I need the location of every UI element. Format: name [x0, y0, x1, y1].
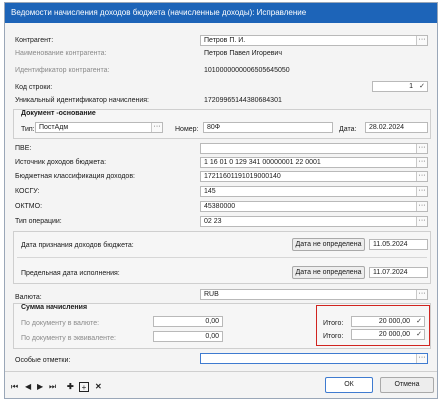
- line-code-spin-icon[interactable]: ✓: [419, 82, 425, 91]
- due-date-label: Предельная дата исполнения:: [21, 270, 120, 277]
- base-doc-number-label: Номер:: [175, 126, 199, 133]
- base-doc-date-field[interactable]: 28.02.2024: [365, 122, 428, 133]
- oktmo-select-button[interactable]: ···: [416, 202, 427, 211]
- kosgu-label: КОСГУ:: [15, 188, 40, 195]
- total1-field[interactable]: 20 000,00 ✓: [351, 316, 425, 327]
- first-icon[interactable]: ⏮: [11, 382, 18, 392]
- line-code-value: 1: [409, 83, 413, 90]
- accrual-uid-label: Уникальный идентификатор начисления:: [15, 97, 150, 104]
- by-doc-equiv-label: По документу в эквиваленте:: [21, 335, 116, 342]
- counterparty-name-field: Петров Павел Игоревич: [200, 48, 428, 59]
- total1-value: 20 000,00: [378, 318, 410, 325]
- budget-class-label: Бюджетная классификация доходов:: [15, 173, 135, 180]
- special-marks-field[interactable]: ···: [200, 353, 428, 364]
- base-doc-section-title: Документ -основание: [21, 110, 96, 117]
- operation-type-label: Тип операции:: [15, 218, 62, 225]
- footer-divider: [5, 371, 437, 372]
- pve-field[interactable]: ···: [200, 143, 428, 154]
- due-date-field[interactable]: 11.07.2024: [369, 267, 428, 278]
- line-code-label: Код строки:: [15, 84, 53, 91]
- oktmo-value: 45380000: [204, 203, 236, 210]
- accrual-sum-section-title: Сумма начисления: [21, 304, 88, 311]
- by-doc-currency-field[interactable]: 0,00: [153, 316, 223, 327]
- oktmo-label: ОКТМО:: [15, 203, 43, 210]
- kosgu-select-button[interactable]: ···: [416, 187, 427, 196]
- counterparty-value: Петров П. И.: [204, 37, 246, 44]
- currency-value: RUB: [204, 291, 219, 298]
- next-icon[interactable]: ▶: [37, 382, 43, 392]
- income-source-select-button[interactable]: ···: [416, 158, 427, 167]
- operation-type-field[interactable]: 02 23 ···: [200, 216, 428, 227]
- budget-class-select-button[interactable]: ···: [416, 172, 427, 181]
- total2-value: 20 000,00: [378, 331, 410, 338]
- counterparty-name-label: Наименование контрагента:: [15, 50, 107, 57]
- budget-class-value: 17211601191019000140: [204, 173, 281, 180]
- total2-label: Итого:: [323, 333, 344, 340]
- total2-calc-icon[interactable]: ✓: [416, 330, 422, 339]
- oktmo-field[interactable]: 45380000 ···: [200, 201, 428, 212]
- special-marks-select-button[interactable]: ···: [416, 354, 427, 363]
- delete-icon[interactable]: ✕: [95, 382, 102, 392]
- base-doc-number-field[interactable]: 80Ф: [203, 122, 333, 133]
- pve-label: ПВЕ:: [15, 145, 32, 152]
- line-code-field[interactable]: 1 ✓: [372, 81, 428, 92]
- special-marks-label: Особые отметки:: [15, 357, 71, 364]
- add-icon[interactable]: ✚: [67, 382, 74, 392]
- total1-label: Итого:: [323, 320, 344, 327]
- last-icon[interactable]: ⏭: [49, 382, 56, 392]
- currency-label: Валюта:: [15, 294, 42, 301]
- total1-calc-icon[interactable]: ✓: [416, 317, 422, 326]
- income-source-field[interactable]: 1 16 01 0 129 341 00000001 22 0001 ···: [200, 157, 428, 168]
- counterparty-id-field: 1010000000006505645050: [200, 65, 428, 76]
- counterparty-field[interactable]: Петров П. И. ···: [200, 35, 428, 46]
- pve-select-button[interactable]: ···: [416, 144, 427, 153]
- base-doc-type-value: ПостАдм: [39, 124, 69, 131]
- by-doc-equiv-field[interactable]: 0,00: [153, 331, 223, 342]
- counterparty-id-label: Идентификатор контрагента:: [15, 67, 110, 74]
- dialog-window: Ведомости начисления доходов бюджета (на…: [4, 2, 438, 399]
- due-date-undefined-button[interactable]: Дата не определена: [292, 266, 365, 279]
- operation-type-value: 02 23: [204, 218, 222, 225]
- add-box-icon[interactable]: +: [79, 382, 89, 392]
- base-doc-type-field[interactable]: ПостАдм ···: [35, 122, 163, 133]
- currency-field[interactable]: RUB ···: [200, 289, 428, 300]
- accrual-uid-field: 17209965144380684301: [200, 95, 428, 106]
- kosgu-value: 145: [204, 188, 216, 195]
- recognition-date-label: Дата признания доходов бюджета:: [21, 242, 134, 249]
- window-title: Ведомости начисления доходов бюджета (на…: [5, 3, 437, 23]
- base-doc-type-select-button[interactable]: ···: [151, 123, 162, 132]
- income-source-label: Источник доходов бюджета:: [15, 159, 107, 166]
- counterparty-label: Контрагент:: [15, 37, 54, 44]
- ok-button[interactable]: ОК: [325, 377, 373, 393]
- recognition-date-field[interactable]: 11.05.2024: [369, 239, 428, 250]
- income-source-value: 1 16 01 0 129 341 00000001 22 0001: [204, 159, 321, 166]
- recognition-date-undefined-button[interactable]: Дата не определена: [292, 238, 365, 251]
- total2-field[interactable]: 20 000,00 ✓: [351, 329, 425, 340]
- cancel-button[interactable]: Отмена: [380, 377, 434, 393]
- prev-icon[interactable]: ◀: [25, 382, 31, 392]
- dates-divider: [17, 257, 427, 258]
- operation-type-select-button[interactable]: ···: [416, 217, 427, 226]
- counterparty-select-button[interactable]: ···: [416, 36, 427, 45]
- budget-class-field[interactable]: 17211601191019000140 ···: [200, 171, 428, 182]
- base-doc-date-label: Дата:: [339, 126, 357, 133]
- by-doc-currency-label: По документу в валюте:: [21, 320, 100, 327]
- currency-select-button[interactable]: ···: [416, 290, 427, 299]
- kosgu-field[interactable]: 145 ···: [200, 186, 428, 197]
- base-doc-type-label: Тип:: [21, 126, 35, 133]
